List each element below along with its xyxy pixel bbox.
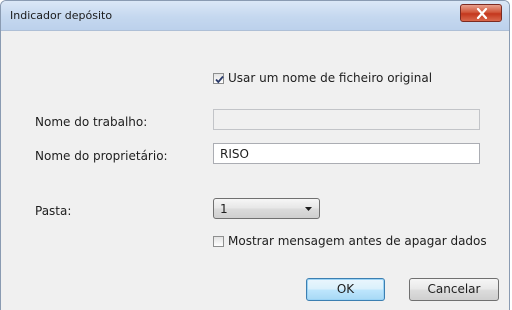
use-original-filename-label: Usar um nome de ficheiro original — [228, 71, 433, 85]
dialog-title: Indicador depósito — [10, 9, 113, 22]
show-message-before-delete-checkbox[interactable] — [213, 235, 224, 247]
dialog-content: Usar um nome de ficheiro original Nome d… — [1, 31, 509, 310]
checkmark-icon — [215, 75, 224, 83]
cancel-button[interactable]: Cancelar — [409, 278, 499, 301]
owner-name-label: Nome do proprietário: — [35, 149, 168, 163]
ok-button[interactable]: OK — [306, 278, 385, 301]
job-name-field — [213, 109, 480, 130]
folder-selected-value: 1 — [220, 202, 228, 216]
folder-label: Pasta: — [35, 204, 72, 218]
chevron-down-icon — [305, 207, 312, 211]
use-original-filename-checkbox[interactable] — [213, 72, 224, 84]
job-name-label: Nome do trabalho: — [35, 115, 148, 129]
use-original-filename-option[interactable]: Usar um nome de ficheiro original — [213, 71, 432, 85]
show-message-before-delete-label: Mostrar mensagem antes de apagar dados — [228, 234, 487, 248]
show-message-before-delete-option[interactable]: Mostrar mensagem antes de apagar dados — [213, 234, 487, 248]
title-bar[interactable]: Indicador depósito — [1, 1, 509, 31]
close-button[interactable] — [460, 4, 502, 22]
owner-name-field[interactable]: RISO — [213, 143, 480, 164]
dialog-window: Indicador depósito Usar um nome de fiche… — [0, 0, 510, 310]
close-icon — [476, 8, 488, 19]
folder-select[interactable]: 1 — [213, 198, 320, 219]
